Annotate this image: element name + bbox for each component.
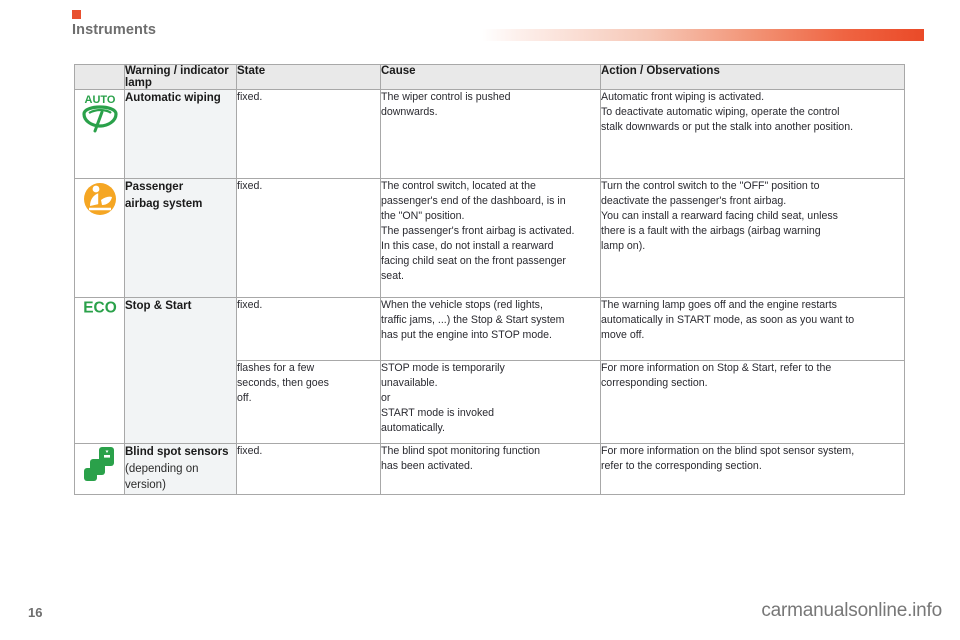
table-header: Warning / indicator lamp State Cause Act… — [74, 64, 905, 90]
eco-stop-start-icon: ECO — [83, 300, 116, 317]
cause-line: unavailable. — [381, 377, 438, 390]
lamp-name-cell: Stop & Start — [124, 297, 237, 444]
action-line: lamp on). — [601, 240, 646, 253]
lamp-name: Blind spot sensors — [125, 446, 229, 458]
cause-line: has put the engine into STOP mode. — [381, 329, 552, 342]
passenger-airbag-icon — [83, 183, 116, 215]
state-cell: fixed. — [236, 178, 381, 298]
page-header: Instruments — [0, 0, 960, 50]
page-number: 16 — [28, 605, 43, 620]
action-cell: For more information on Stop & Start, re… — [600, 360, 905, 444]
state-cell: flashes for a few seconds, then goes off… — [236, 360, 381, 444]
svg-text:ECO: ECO — [83, 300, 116, 317]
action-line: For more information on the blind spot s… — [601, 445, 855, 457]
section-marker — [72, 10, 81, 19]
lamp-icon-cell: AUTO — [74, 89, 125, 179]
page-title: Instruments — [72, 22, 157, 38]
action-line: For more information on Stop & Start, re… — [601, 362, 832, 374]
state-line: off. — [237, 392, 252, 405]
cause-line: automatically. — [381, 422, 445, 435]
table-body: AUTO Automatic wiping fixed. The wiper c… — [74, 89, 905, 496]
state-text: fixed. — [237, 180, 263, 192]
state-line: flashes for a few — [237, 362, 315, 374]
action-line: You can install a rearward facing child … — [601, 210, 838, 223]
cause-line: START mode is invoked — [381, 407, 495, 420]
action-line: The warning lamp goes off and the engine… — [601, 299, 837, 311]
lamp-name-note: (depending on version) — [125, 462, 199, 492]
lamp-name-cell: Passenger airbag system — [124, 178, 237, 298]
column-header-action: Action / Observations — [600, 64, 905, 90]
table-row: AUTO Automatic wiping fixed. The wiper c… — [74, 89, 905, 179]
cause-line: has been activated. — [381, 460, 473, 473]
lamp-name: Automatic wiping — [125, 92, 221, 104]
cause-cell: The blind spot monitoring function has b… — [380, 442, 601, 496]
cause-line: The control switch, located at the — [381, 180, 536, 192]
cause-cell: When the vehicle stops (red lights, traf… — [380, 297, 601, 361]
action-cell: Automatic front wiping is activated. To … — [600, 89, 905, 179]
state-text: fixed. — [237, 445, 263, 457]
state-text: fixed. — [237, 299, 263, 311]
state-cell: fixed. — [236, 297, 381, 361]
state-cell: fixed. — [236, 442, 381, 496]
action-cell: The warning lamp goes off and the engine… — [600, 297, 905, 361]
action-line: move off. — [601, 329, 645, 342]
action-line: To deactivate automatic wiping, operate … — [601, 106, 840, 119]
cause-line: The wiper control is pushed — [381, 91, 511, 103]
blind-spot-sensors-icon — [83, 447, 114, 481]
action-cell: Turn the control switch to the "OFF" pos… — [600, 178, 905, 298]
table-row: Blind spot sensors (depending on version… — [74, 442, 905, 496]
action-line: there is a fault with the airbags (airba… — [601, 225, 821, 238]
cause-cell: The control switch, located at the passe… — [380, 178, 601, 298]
cause-cell: The wiper control is pushed downwards. — [380, 89, 601, 179]
column-header-icon — [74, 64, 125, 90]
lamp-name-second-line: airbag system — [125, 197, 203, 210]
action-line: stalk downwards or put the stalk into an… — [601, 121, 854, 134]
lamp-name: Stop & Start — [125, 300, 192, 312]
lamp-name-cell: Blind spot sensors (depending on version… — [124, 442, 237, 496]
cause-line: downwards. — [381, 106, 438, 119]
lamp-icon-cell — [74, 178, 125, 298]
state-cell: fixed. — [236, 89, 381, 179]
header-gradient-rule — [482, 29, 924, 41]
cause-line: The passenger's front airbag is activate… — [381, 225, 575, 238]
column-header-state: State — [236, 64, 381, 90]
action-line: Turn the control switch to the "OFF" pos… — [601, 180, 820, 192]
cause-line: The blind spot monitoring function — [381, 445, 540, 457]
cause-line: facing child seat on the front passenger — [381, 255, 566, 268]
column-header-cause: Cause — [380, 64, 601, 90]
table-header-row: Warning / indicator lamp State Cause Act… — [74, 64, 905, 90]
action-line: refer to the corresponding section. — [601, 460, 762, 473]
action-cell: For more information on the blind spot s… — [600, 442, 905, 496]
watermark: carmanualsonline.info — [761, 600, 942, 621]
svg-text:AUTO: AUTO — [84, 94, 115, 106]
cause-line: seat. — [381, 270, 404, 283]
action-line: deactivate the passenger's front airbag. — [601, 195, 787, 208]
lamp-name: Passenger — [125, 181, 184, 193]
table-row: ECO Stop & Start fixed. When the vehicle… — [74, 297, 905, 444]
column-header-lamp: Warning / indicator lamp — [124, 64, 237, 90]
action-line: Automatic front wiping is activated. — [601, 91, 765, 103]
cause-line: In this case, do not install a rearward — [381, 240, 554, 253]
cause-line: traffic jams, ...) the Stop & Start syst… — [381, 314, 565, 327]
auto-wiping-icon: AUTO — [81, 94, 118, 133]
lamp-icon-cell — [74, 442, 125, 496]
action-line: corresponding section. — [601, 377, 708, 390]
cause-line: the "ON" position. — [381, 210, 465, 223]
cause-line: STOP mode is temporarily — [381, 362, 505, 374]
cause-line: When the vehicle stops (red lights, — [381, 299, 543, 311]
table-row: Passenger airbag system fixed. The contr… — [74, 178, 905, 298]
cause-cell: STOP mode is temporarily unavailable. or… — [380, 360, 601, 444]
lamp-name-cell: Automatic wiping — [124, 89, 237, 179]
cause-line: or — [381, 392, 391, 405]
lamp-icon-cell: ECO — [74, 297, 125, 444]
cause-line: passenger's end of the dashboard, is in — [381, 195, 566, 208]
state-text: fixed. — [237, 91, 263, 103]
state-line: seconds, then goes — [237, 377, 329, 390]
warning-lamp-table: Warning / indicator lamp State Cause Act… — [74, 64, 905, 496]
action-line: automatically in START mode, as soon as … — [601, 314, 855, 327]
